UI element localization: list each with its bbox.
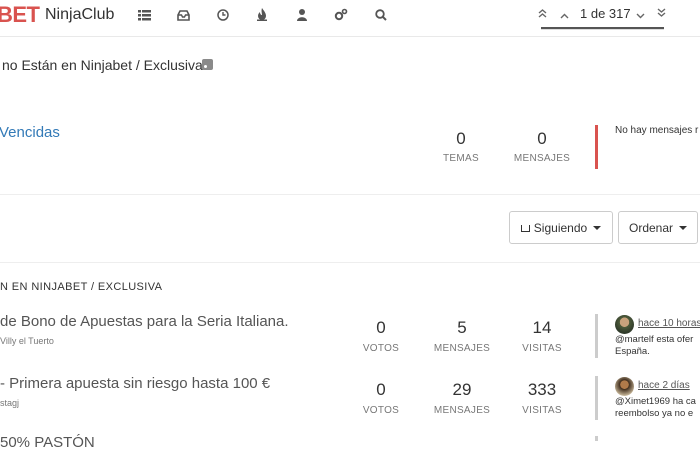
last-post-teaser-line[interactable]: @Ximet1969 ha ca: [615, 396, 696, 408]
category-accent-bar: [595, 125, 598, 169]
last-post-teaser-line[interactable]: España.: [615, 346, 650, 358]
user-icon[interactable]: [293, 8, 311, 26]
pager-last-icon[interactable]: [657, 8, 666, 23]
sort-button-label: Ordenar: [628, 220, 674, 235]
cogs-icon[interactable]: [332, 8, 350, 26]
subcategory-title-link[interactable]: Vencidas: [0, 124, 60, 141]
caret-down-icon: [593, 225, 602, 230]
list-icon[interactable]: [135, 8, 153, 26]
inbox-icon[interactable]: [174, 8, 192, 26]
section-divider: [0, 194, 700, 195]
topic-posts-count: 5: [457, 318, 467, 337]
brand-name[interactable]: NinjaClub: [45, 6, 114, 24]
section-divider: [0, 262, 700, 263]
topic-posts-count: 29: [452, 380, 472, 399]
topic-accent-bar: [595, 314, 598, 358]
pager-next-icon[interactable]: [636, 10, 645, 24]
topic-votes-label: VOTOS: [362, 405, 400, 416]
breadcrumb[interactable]: no Están en Ninjabet / Exclusiva: [2, 57, 203, 73]
topic-accent-bar: [595, 376, 598, 420]
topic-title-link[interactable]: 50% PASTÓN: [0, 434, 95, 451]
topic-title-link[interactable]: de Bono de Apuestas para la Seria Italia…: [0, 313, 289, 330]
topic-votes-count: 0: [376, 318, 386, 337]
pager-progress-bar: [541, 27, 664, 29]
pager-first-icon[interactable]: [538, 8, 547, 23]
last-post-teaser-line[interactable]: reembolso ya no e: [615, 408, 693, 420]
watch-button[interactable]: Siguiendo: [509, 211, 613, 244]
topics-section-heading: N EN NINJABET / EXCLUSIVA: [0, 281, 163, 293]
topic-views-label: VISITAS: [522, 343, 562, 354]
topic-author[interactable]: stagj: [0, 398, 19, 408]
pager-prev-icon[interactable]: [560, 10, 569, 24]
brand-logo-mark[interactable]: BET: [0, 2, 40, 28]
topic-author[interactable]: Villy el Tuerto: [0, 336, 54, 346]
last-post-teaser-line[interactable]: @martelf esta ofer: [615, 334, 693, 346]
sort-button[interactable]: Ordenar: [618, 211, 698, 244]
last-post-time-link[interactable]: hace 2 días: [638, 380, 690, 391]
topic-posts-label: MENSAJES: [433, 343, 491, 354]
topic-posts-label: MENSAJES: [433, 405, 491, 416]
watch-button-label: Siguiendo: [533, 220, 588, 235]
topic-accent-bar: [595, 436, 598, 441]
subcategory-topics-label: TEMAS: [443, 153, 479, 164]
fire-icon[interactable]: [253, 8, 271, 26]
topic-views-label: VISITAS: [522, 405, 562, 416]
subcategory-topics-count: 0: [456, 129, 466, 148]
search-icon[interactable]: [372, 8, 390, 26]
topic-title-link[interactable]: - Primera apuesta sin riesgo hasta 100 €: [0, 375, 270, 392]
inbox-icon: [520, 225, 530, 232]
last-post-time-link[interactable]: hace 10 horas: [638, 318, 700, 329]
avatar[interactable]: [615, 377, 634, 396]
subcategory-posts-count: 0: [537, 129, 547, 148]
no-posts-message: No hay mensajes r: [615, 125, 699, 136]
topic-views-count: 14: [532, 318, 552, 337]
pager-position[interactable]: 1 de 317: [580, 6, 631, 21]
clock-icon[interactable]: [214, 8, 232, 26]
rss-icon[interactable]: [202, 59, 213, 70]
avatar[interactable]: [615, 315, 634, 334]
topic-votes-count: 0: [376, 380, 386, 399]
topic-views-count: 333: [527, 380, 557, 399]
topic-votes-label: VOTOS: [362, 343, 400, 354]
caret-down-icon: [679, 225, 688, 230]
subcategory-posts-label: MENSAJES: [513, 153, 571, 164]
pager-progress-track: [541, 29, 664, 30]
